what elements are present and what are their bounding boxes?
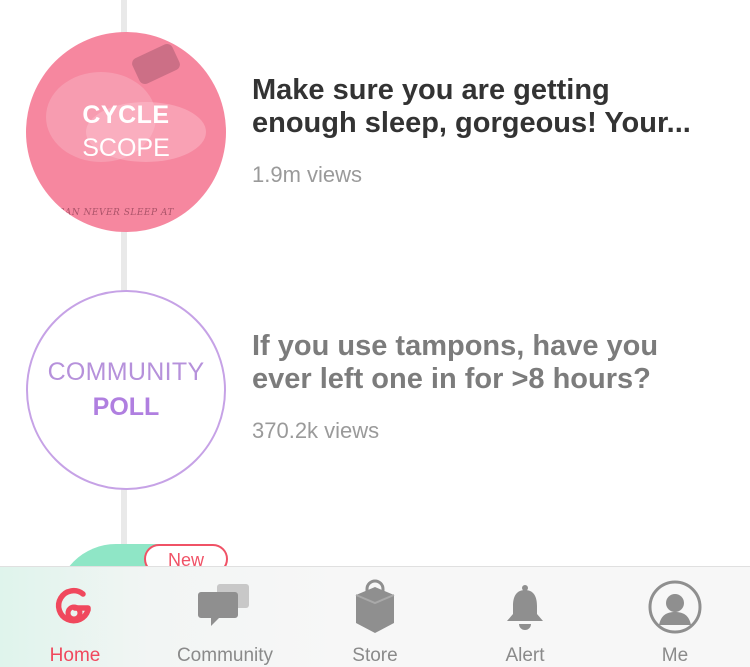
bottom-tab-bar: Home Community Store Alert Me <box>0 566 750 667</box>
tab-alert[interactable]: Alert <box>450 567 600 667</box>
tab-label: Home <box>49 645 101 666</box>
phone-illustration <box>130 42 182 86</box>
thumbnail-title-line1: CYCLE <box>82 101 170 129</box>
cycle-scope-thumbnail[interactable]: CYCLE SCOPE I CAN NEVER SLEEP AT <box>26 32 226 232</box>
profile-icon <box>645 577 705 637</box>
bell-icon <box>495 577 555 637</box>
thumbnail-title-line1: COMMUNITY <box>47 358 205 386</box>
community-poll-thumbnail[interactable]: COMMUNITY POLL <box>26 290 226 490</box>
tab-label: Community <box>176 645 274 666</box>
illustration-caption: I CAN NEVER SLEEP AT <box>50 208 174 218</box>
tab-community[interactable]: Community <box>150 567 300 667</box>
post-title[interactable]: If you use tampons, have you ever left o… <box>252 330 722 396</box>
feed-item-cycle-scope[interactable]: CYCLE SCOPE I CAN NEVER SLEEP AT Make su… <box>0 28 750 238</box>
tab-label: Alert <box>505 645 545 666</box>
tab-label: Store <box>352 645 398 666</box>
feed-item-text[interactable]: Make sure you are getting enough sleep, … <box>252 74 722 188</box>
tab-label: Me <box>661 645 689 666</box>
tab-store[interactable]: Store <box>300 567 450 667</box>
post-title[interactable]: Make sure you are getting enough sleep, … <box>252 74 722 140</box>
view-count: 1.9m views <box>252 162 363 187</box>
thumbnail-title-line2: POLL <box>92 393 160 421</box>
feed-item-community-poll[interactable]: COMMUNITY POLL If you use tampons, have … <box>0 286 750 490</box>
thumbnail-title-line2: SCOPE <box>82 134 170 162</box>
view-count: 370.2k views <box>252 418 380 443</box>
tab-me[interactable]: Me <box>600 567 750 667</box>
tab-home[interactable]: Home <box>0 567 150 667</box>
glow-logo-icon <box>45 577 105 637</box>
shopping-bag-icon <box>345 577 405 637</box>
chat-bubbles-icon <box>195 577 255 637</box>
feed-item-text[interactable]: If you use tampons, have you ever left o… <box>252 330 722 444</box>
